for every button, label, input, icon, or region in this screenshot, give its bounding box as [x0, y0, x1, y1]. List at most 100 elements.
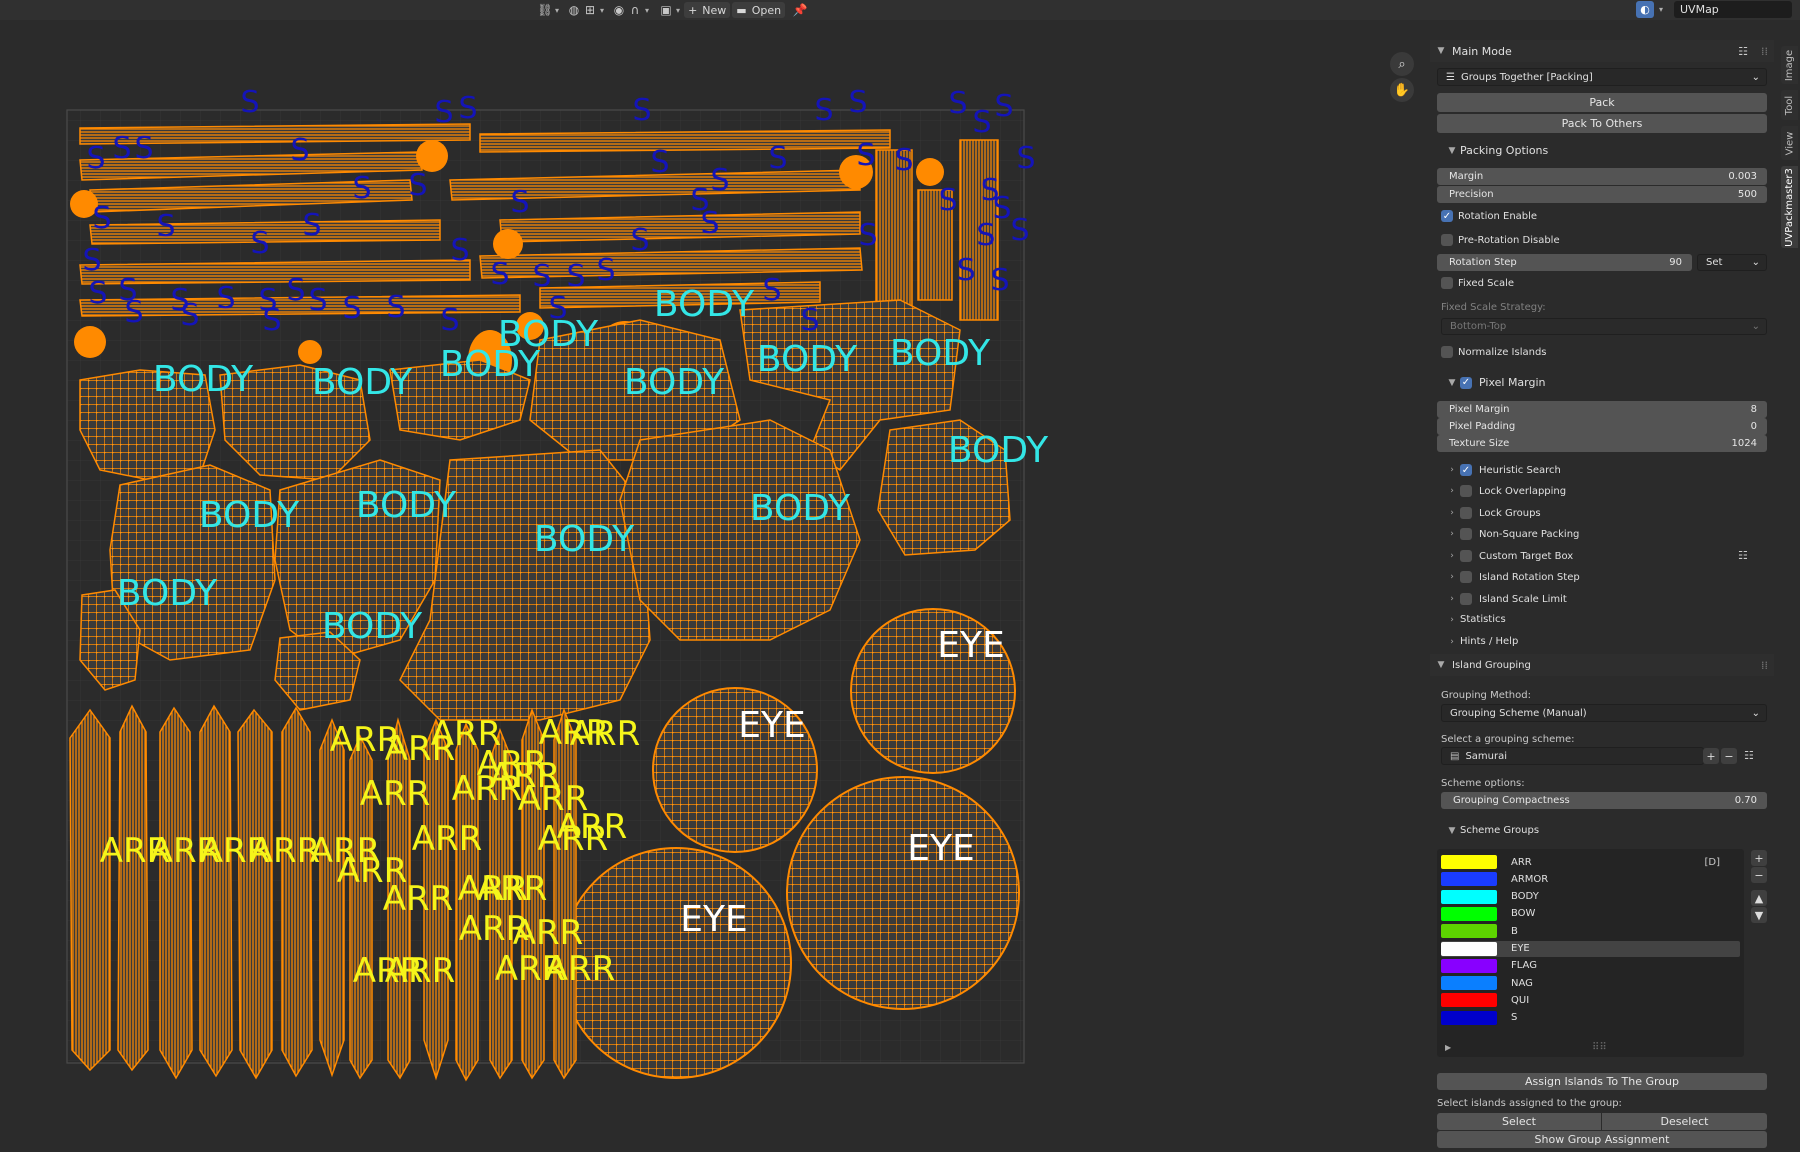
uvmap-selector[interactable]: UVMap	[1674, 1, 1792, 18]
grouping-method-dropdown[interactable]: Grouping Scheme (Manual) ⌄	[1441, 704, 1767, 722]
normalize-islands-checkbox[interactable]: Normalize Islands	[1441, 346, 1547, 358]
scheme-selector[interactable]: ▤ Samurai	[1441, 747, 1704, 765]
scheme-group-row[interactable]: S	[1441, 1010, 1740, 1026]
heuristic-search-row[interactable]: › ✓ Heuristic Search	[1446, 464, 1561, 476]
scheme-group-row[interactable]: BODY	[1441, 889, 1740, 905]
show-group-assignment-button[interactable]: Show Group Assignment	[1437, 1131, 1767, 1148]
add-group-button[interactable]: +	[1751, 850, 1767, 866]
chevron-down-icon[interactable]: ▾	[676, 6, 680, 15]
list-icon[interactable]: ☷	[1738, 549, 1748, 562]
scheme-group-row[interactable]: BOW	[1441, 906, 1740, 922]
falloff-curve-icon[interactable]: ∩	[628, 3, 642, 17]
group-color-swatch[interactable]	[1441, 941, 1497, 956]
add-scheme-button[interactable]: +	[1703, 748, 1719, 764]
lock-groups-row[interactable]: › Lock Groups	[1446, 507, 1541, 519]
mode-dropdown[interactable]: ☰ Groups Together [Packing] ⌄	[1437, 68, 1767, 86]
group-color-swatch[interactable]	[1441, 1010, 1497, 1025]
fixed-scale-strategy-label: Fixed Scale Strategy:	[1441, 302, 1546, 313]
non-square-packing-row[interactable]: › Non-Square Packing	[1446, 528, 1579, 540]
fixed-scale-strategy-dropdown[interactable]: Bottom-Top ⌄	[1441, 318, 1767, 335]
checkmark-icon[interactable]: ✓	[1460, 376, 1472, 389]
pan-button[interactable]: ✋	[1390, 78, 1414, 102]
group-label-s: S	[814, 93, 833, 128]
move-up-button[interactable]: ▲	[1751, 890, 1767, 906]
remove-group-button[interactable]: −	[1751, 867, 1767, 883]
island-scale-limit-row[interactable]: › Island Scale Limit	[1446, 593, 1567, 605]
pixel-margin-field[interactable]: Pixel Margin 8	[1437, 401, 1767, 418]
pin-icon[interactable]: 📌	[793, 3, 808, 17]
island-rotation-step-row[interactable]: › Island Rotation Step	[1446, 571, 1580, 583]
scheme-group-row[interactable]: NAG	[1441, 975, 1740, 991]
chevron-down-icon[interactable]: ▾	[555, 6, 559, 15]
scheme-group-row[interactable]: ARMOR	[1441, 871, 1740, 887]
group-color-swatch[interactable]	[1441, 855, 1497, 869]
proportional-edit-icon[interactable]: ⊞	[583, 3, 597, 17]
scheme-groups-header[interactable]: ▼ Scheme Groups	[1446, 825, 1540, 836]
uv-viewport[interactable]: SSSSSSSSSSSSSSSSSSSSSSSSSSSSSSSSSSSSSSSS…	[0, 20, 1425, 1152]
group-color-swatch[interactable]	[1441, 924, 1497, 939]
assign-islands-button[interactable]: Assign Islands To The Group	[1437, 1073, 1767, 1090]
island-grouping-panel-header[interactable]: ▼ Island Grouping ⁞⁞	[1430, 654, 1774, 676]
group-name: FLAG	[1511, 960, 1537, 972]
pack-to-others-button[interactable]: Pack To Others	[1437, 114, 1767, 133]
list-icon[interactable]: ☷	[1744, 749, 1754, 762]
hints-help-row[interactable]: › Hints / Help	[1446, 636, 1518, 647]
group-color-swatch[interactable]	[1441, 993, 1497, 1008]
image-icon[interactable]: ▣	[659, 3, 673, 17]
custom-target-box-row[interactable]: › Custom Target Box	[1446, 550, 1573, 562]
tab-view[interactable]: View	[1781, 126, 1798, 160]
fixed-scale-checkbox[interactable]: Fixed Scale	[1441, 277, 1514, 289]
lock-overlapping-row[interactable]: › Lock Overlapping	[1446, 485, 1566, 497]
rotation-enable-checkbox[interactable]: ✓ Rotation Enable	[1441, 210, 1537, 222]
group-color-swatch[interactable]	[1441, 958, 1497, 973]
falloff-circle-icon[interactable]: ◉	[612, 3, 626, 17]
open-image-button[interactable]: ▬ Open	[732, 2, 786, 18]
scheme-group-row[interactable]: ARR [D]	[1441, 854, 1740, 870]
main-mode-panel-header[interactable]: ▼ Main Mode ☷ ⁞⁞	[1430, 40, 1774, 62]
move-down-button[interactable]: ▼	[1751, 907, 1767, 923]
rotation-step-field[interactable]: Rotation Step 90	[1437, 254, 1692, 271]
precision-field[interactable]: Precision 500	[1437, 186, 1767, 203]
pack-button[interactable]: Pack	[1437, 93, 1767, 112]
expand-arrow-icon[interactable]: ▶	[1445, 1043, 1451, 1052]
drag-grip-icon[interactable]: ⁞⁞	[1761, 45, 1768, 58]
chevron-down-icon[interactable]: ▾	[600, 6, 604, 15]
texture-size-field[interactable]: Texture Size 1024	[1437, 435, 1767, 452]
scheme-group-row[interactable]: B	[1441, 923, 1740, 939]
group-label-s: S	[972, 105, 991, 140]
group-label-s: S	[156, 209, 175, 244]
margin-field[interactable]: Margin 0.003	[1437, 168, 1767, 185]
chevron-down-icon[interactable]: ▾	[1659, 5, 1663, 14]
sculpt-brush-icon[interactable]: ◍	[567, 3, 581, 17]
packing-options-header[interactable]: ▼ Packing Options	[1446, 144, 1549, 157]
tab-uvpackmaster3[interactable]: UVPackmaster3	[1781, 166, 1798, 248]
group-color-swatch[interactable]	[1441, 906, 1497, 921]
pixel-padding-field[interactable]: Pixel Padding 0	[1437, 418, 1767, 435]
rotation-set-dropdown[interactable]: Set ⌄	[1697, 254, 1767, 271]
scheme-group-row[interactable]: FLAG	[1441, 958, 1740, 974]
group-color-swatch[interactable]	[1441, 976, 1497, 991]
select-button[interactable]: Select	[1437, 1113, 1601, 1130]
uv-canvas[interactable]: S S S S S S S SSS S S S S S S S SS S SSS SSS S SSS S S SS S S S SSS…	[0, 20, 1425, 1152]
scheme-group-row[interactable]: EYE	[1441, 940, 1740, 957]
uv-sync-toggle[interactable]: ◐	[1636, 1, 1654, 18]
deselect-button[interactable]: Deselect	[1602, 1113, 1767, 1130]
link-icon[interactable]: ⛓	[537, 3, 552, 17]
grouping-compactness-field[interactable]: Grouping Compactness 0.70	[1441, 792, 1767, 809]
scheme-group-row[interactable]: QUI	[1441, 992, 1740, 1008]
pre-rotation-disable-checkbox[interactable]: Pre-Rotation Disable	[1441, 234, 1560, 246]
group-color-swatch[interactable]	[1441, 889, 1497, 904]
new-image-button[interactable]: + New	[684, 2, 731, 18]
checkmark-icon[interactable]: ✓	[1460, 464, 1472, 476]
pixel-margin-header[interactable]: ▼ ✓ Pixel Margin	[1446, 376, 1546, 389]
zoom-button[interactable]: ⌕	[1390, 52, 1414, 76]
statistics-row[interactable]: › Statistics	[1446, 614, 1506, 625]
group-color-swatch[interactable]	[1441, 872, 1497, 887]
resize-grip-icon[interactable]: ⠿⠿	[1592, 1042, 1607, 1053]
list-icon[interactable]: ☷	[1738, 45, 1748, 58]
drag-grip-icon[interactable]: ⁞⁞	[1761, 659, 1768, 672]
chevron-down-icon[interactable]: ▾	[645, 6, 649, 15]
tab-tool[interactable]: Tool	[1781, 90, 1798, 120]
tab-image[interactable]: Image	[1781, 46, 1798, 84]
remove-scheme-button[interactable]: −	[1721, 748, 1737, 764]
